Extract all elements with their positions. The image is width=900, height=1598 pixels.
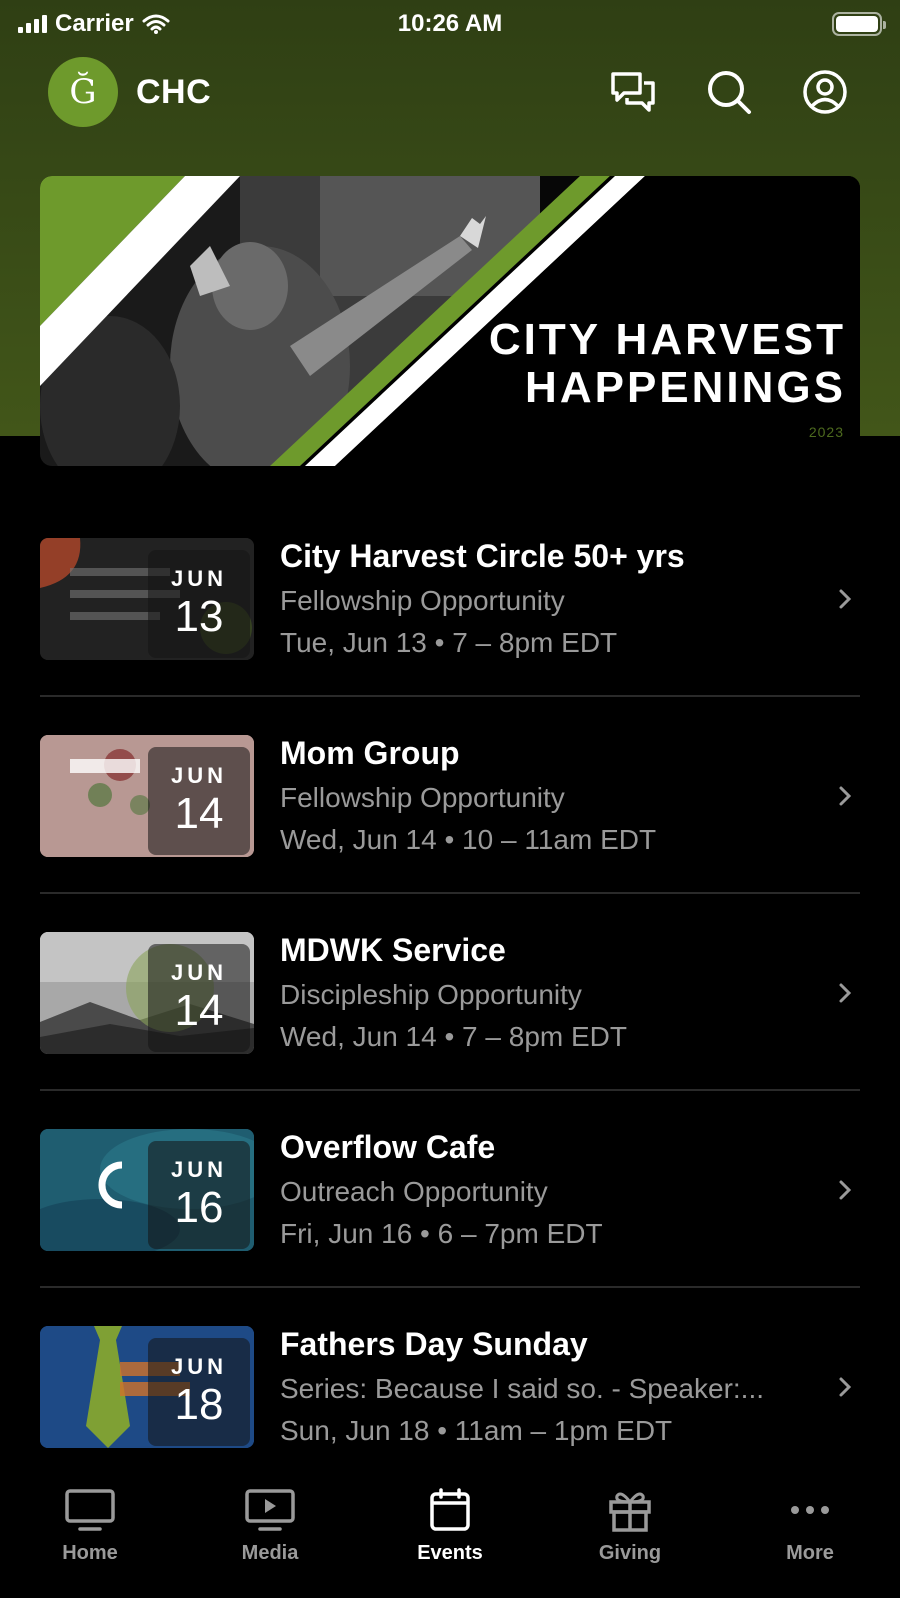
play-icon	[245, 1489, 295, 1531]
search-icon[interactable]	[706, 69, 752, 115]
event-title: Overflow Cafe	[280, 1129, 496, 1165]
date-badge: JUN 16	[148, 1140, 250, 1249]
date-badge: JUN 18	[148, 1337, 250, 1446]
event-thumbnail: JUN 16	[40, 1128, 254, 1251]
hero-title-line1: CITY HARVEST	[488, 315, 846, 364]
hero-banner[interactable]: CITY HARVEST HAPPENINGS 2023	[40, 176, 860, 466]
hero-title-line2: HAPPENINGS	[525, 363, 846, 412]
status-left: Carrier	[18, 10, 170, 38]
event-title: MDWK Service	[280, 932, 506, 968]
event-thumbnail: JUN 18	[40, 1325, 254, 1448]
date-month: JUN	[170, 1353, 227, 1379]
event-info: Fathers Day Sunday Series: Because I sai…	[280, 1326, 820, 1447]
date-day: 13	[174, 591, 224, 641]
tab-label: Giving	[598, 1542, 662, 1564]
event-category: Fellowship Opportunity	[280, 782, 565, 813]
chevron-right-icon	[839, 786, 852, 805]
event-time: Sun, Jun 18 • 11am – 1pm EDT	[280, 1415, 673, 1446]
date-month: JUN	[170, 762, 227, 788]
tab-giving[interactable]: Giving	[540, 1488, 720, 1598]
brand[interactable]: Ğ CHC	[48, 57, 211, 127]
chat-icon[interactable]	[610, 71, 656, 113]
event-time: Fri, Jun 16 • 6 – 7pm EDT	[280, 1218, 603, 1249]
event-row[interactable]: JUN 13 City Harvest Circle 50+ yrs Fello…	[40, 500, 860, 697]
hero-year: 2023	[808, 424, 844, 440]
event-time: Wed, Jun 14 • 10 – 11am EDT	[280, 824, 657, 855]
chevron-right-icon	[839, 983, 852, 1002]
signal-icon	[18, 15, 47, 33]
header-actions	[610, 69, 848, 115]
tab-events[interactable]: Events	[360, 1488, 540, 1598]
chevron-right-icon	[839, 1180, 852, 1199]
tab-media[interactable]: Media	[180, 1488, 360, 1598]
event-time: Wed, Jun 14 • 7 – 8pm EDT	[280, 1021, 628, 1052]
event-thumbnail: JUN 13	[40, 537, 254, 660]
church-logo: Ğ	[48, 57, 118, 127]
tv-icon	[65, 1489, 115, 1531]
date-day: 14	[174, 788, 224, 838]
battery-icon	[832, 12, 886, 36]
chevron-right-icon	[839, 1377, 852, 1396]
date-day: 14	[174, 985, 224, 1035]
event-title: City Harvest Circle 50+ yrs	[280, 538, 685, 574]
more-icon	[791, 1506, 829, 1514]
event-category: Outreach Opportunity	[280, 1176, 548, 1207]
hero-title: CITY HARVEST HAPPENINGS	[489, 316, 846, 412]
tab-more[interactable]: More	[720, 1488, 900, 1598]
gift-icon	[609, 1492, 651, 1532]
event-time: Tue, Jun 13 • 7 – 8pm EDT	[280, 627, 618, 658]
events-list: JUN 13 City Harvest Circle 50+ yrs Fello…	[40, 500, 860, 1485]
tab-bar: Home Media Events Giving More	[0, 1470, 900, 1598]
event-category: Series: Because I said so. - Speaker:...	[280, 1373, 765, 1404]
calendar-icon	[430, 1488, 470, 1531]
event-row[interactable]: JUN 14 Mom Group Fellowship Opportunity …	[40, 697, 860, 894]
date-badge: JUN 14	[148, 746, 250, 855]
wifi-icon	[142, 14, 170, 34]
event-title: Fathers Day Sunday	[280, 1326, 588, 1362]
date-day: 16	[174, 1182, 224, 1232]
event-info: MDWK Service Discipleship Opportunity We…	[280, 932, 820, 1053]
chevron-right-icon	[839, 589, 852, 608]
date-badge: JUN 14	[148, 943, 250, 1052]
tab-label: Events	[417, 1542, 483, 1564]
date-month: JUN	[170, 565, 227, 591]
date-day: 18	[174, 1379, 224, 1429]
event-info: Mom Group Fellowship Opportunity Wed, Ju…	[280, 735, 820, 856]
tab-label: Media	[241, 1542, 299, 1564]
date-month: JUN	[170, 959, 227, 985]
event-row[interactable]: JUN 16 Overflow Cafe Outreach Opportunit…	[40, 1091, 860, 1288]
event-thumbnail: JUN 14	[40, 734, 254, 857]
tab-home[interactable]: Home	[0, 1488, 180, 1598]
event-category: Fellowship Opportunity	[280, 585, 565, 616]
app-header: Ğ CHC	[48, 56, 848, 128]
event-info: Overflow Cafe Outreach Opportunity Fri, …	[280, 1129, 820, 1250]
tab-label: Home	[62, 1542, 118, 1564]
status-bar: Carrier 10:26 AM	[0, 0, 900, 48]
event-thumbnail: JUN 14	[40, 931, 254, 1054]
event-title: Mom Group	[280, 735, 460, 771]
tab-label: More	[786, 1542, 834, 1564]
carrier-label: Carrier	[55, 10, 134, 37]
battery-fill	[836, 16, 878, 32]
brand-title: CHC	[136, 72, 212, 111]
event-info: City Harvest Circle 50+ yrs Fellowship O…	[280, 538, 820, 659]
event-row[interactable]: JUN 14 MDWK Service Discipleship Opportu…	[40, 894, 860, 1091]
event-row[interactable]: JUN 18 Fathers Day Sunday Series: Becaus…	[40, 1288, 860, 1485]
profile-icon[interactable]	[802, 69, 848, 115]
date-badge: JUN 13	[148, 549, 250, 658]
date-month: JUN	[170, 1156, 227, 1182]
event-category: Discipleship Opportunity	[280, 979, 582, 1010]
